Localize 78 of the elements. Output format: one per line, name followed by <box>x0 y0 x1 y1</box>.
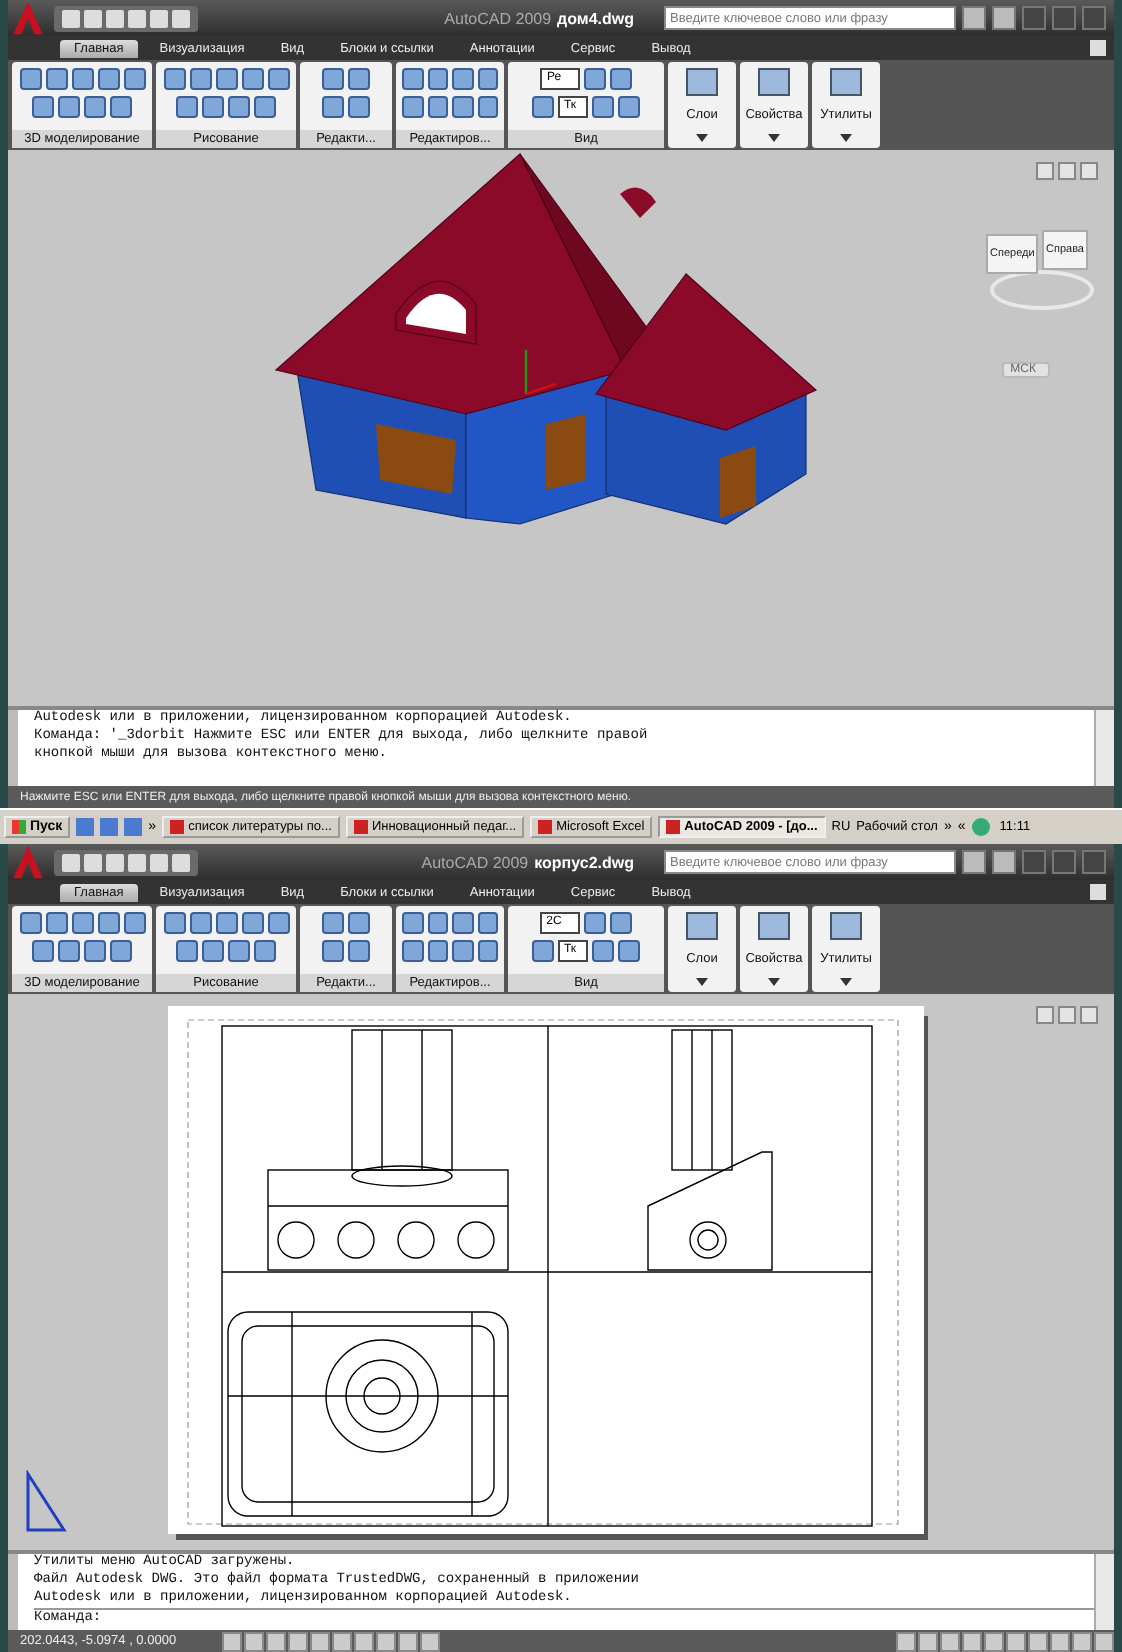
scrollbar[interactable] <box>1094 710 1114 786</box>
tool-icon[interactable] <box>228 96 250 118</box>
tool-icon[interactable] <box>19 68 41 90</box>
tool-icon[interactable] <box>583 912 606 934</box>
file-title: дом4.dwg <box>557 9 634 27</box>
tool-icon[interactable] <box>71 68 93 90</box>
tool-icon[interactable] <box>32 940 54 962</box>
tool-icon[interactable] <box>322 912 344 934</box>
tool-icon[interactable] <box>348 912 370 934</box>
file-title: корпус2.dwg <box>534 853 634 871</box>
drawing-viewport[interactable] <box>8 994 1114 1550</box>
tool-icon[interactable] <box>592 96 615 118</box>
tool-icon[interactable] <box>189 68 211 90</box>
tool-icon[interactable] <box>241 68 263 90</box>
app-title: AutoCAD 2009 <box>421 853 529 871</box>
tool-icon[interactable] <box>452 68 473 90</box>
tool-icon[interactable] <box>348 96 370 118</box>
tool-icon[interactable] <box>202 940 224 962</box>
tool-icon[interactable] <box>84 940 106 962</box>
tool-icon[interactable] <box>110 96 132 118</box>
tool-icon[interactable] <box>427 940 448 962</box>
tool-icon[interactable] <box>71 912 93 934</box>
tool-icon[interactable] <box>267 912 289 934</box>
tool-icon[interactable] <box>402 96 423 118</box>
tool-icon[interactable] <box>215 912 237 934</box>
tool-icon[interactable] <box>477 912 498 934</box>
tool-icon[interactable] <box>477 96 498 118</box>
tool-icon[interactable] <box>583 68 606 90</box>
tool-icon[interactable] <box>402 940 423 962</box>
tool-icon[interactable] <box>58 96 80 118</box>
tool-icon[interactable] <box>618 96 641 118</box>
tool-icon[interactable] <box>123 68 145 90</box>
scrollbar[interactable] <box>1094 1554 1114 1630</box>
tool-icon[interactable] <box>97 912 119 934</box>
tool-icon[interactable] <box>84 96 106 118</box>
tool-icon[interactable] <box>477 940 498 962</box>
tool-icon[interactable] <box>477 68 498 90</box>
tool-icon[interactable] <box>322 940 344 962</box>
tool-icon[interactable] <box>215 68 237 90</box>
tool-icon[interactable] <box>592 940 615 962</box>
tool-icon[interactable] <box>267 68 289 90</box>
tool-icon[interactable] <box>452 940 473 962</box>
tool-icon[interactable] <box>228 940 250 962</box>
tool-icon[interactable] <box>609 912 632 934</box>
tool-icon[interactable] <box>189 912 211 934</box>
tool-icon[interactable] <box>32 96 54 118</box>
tool-icon[interactable] <box>348 68 370 90</box>
tool-icon[interactable] <box>452 912 473 934</box>
tool-icon[interactable] <box>123 912 145 934</box>
tool-icon[interactable] <box>427 96 448 118</box>
zoom-icon[interactable] <box>531 940 554 962</box>
tool-icon[interactable] <box>163 912 185 934</box>
zoom-icon[interactable] <box>531 96 554 118</box>
tool-icon[interactable] <box>45 68 67 90</box>
tool-icon[interactable] <box>254 940 276 962</box>
tool-icon[interactable] <box>322 96 344 118</box>
tool-icon[interactable] <box>427 912 448 934</box>
tool-icon[interactable] <box>110 940 132 962</box>
app-title: AutoCAD 2009 <box>444 9 552 27</box>
tool-icon[interactable] <box>427 68 448 90</box>
tool-icon[interactable] <box>202 96 224 118</box>
tool-icon[interactable] <box>58 940 80 962</box>
tool-icon[interactable] <box>618 940 641 962</box>
tool-icon[interactable] <box>348 940 370 962</box>
tool-icon[interactable] <box>176 940 198 962</box>
tool-icon[interactable] <box>97 68 119 90</box>
tool-icon[interactable] <box>254 96 276 118</box>
tool-icon[interactable] <box>402 68 423 90</box>
tool-icon[interactable] <box>163 68 185 90</box>
tool-icon[interactable] <box>176 96 198 118</box>
tool-icon[interactable] <box>322 68 344 90</box>
tool-icon[interactable] <box>19 912 41 934</box>
tool-icon[interactable] <box>452 96 473 118</box>
tool-icon[interactable] <box>402 912 423 934</box>
tool-icon[interactable] <box>241 912 263 934</box>
ucs-triangle-icon <box>24 1470 68 1534</box>
tool-icon[interactable] <box>609 68 632 90</box>
tool-icon[interactable] <box>45 912 67 934</box>
